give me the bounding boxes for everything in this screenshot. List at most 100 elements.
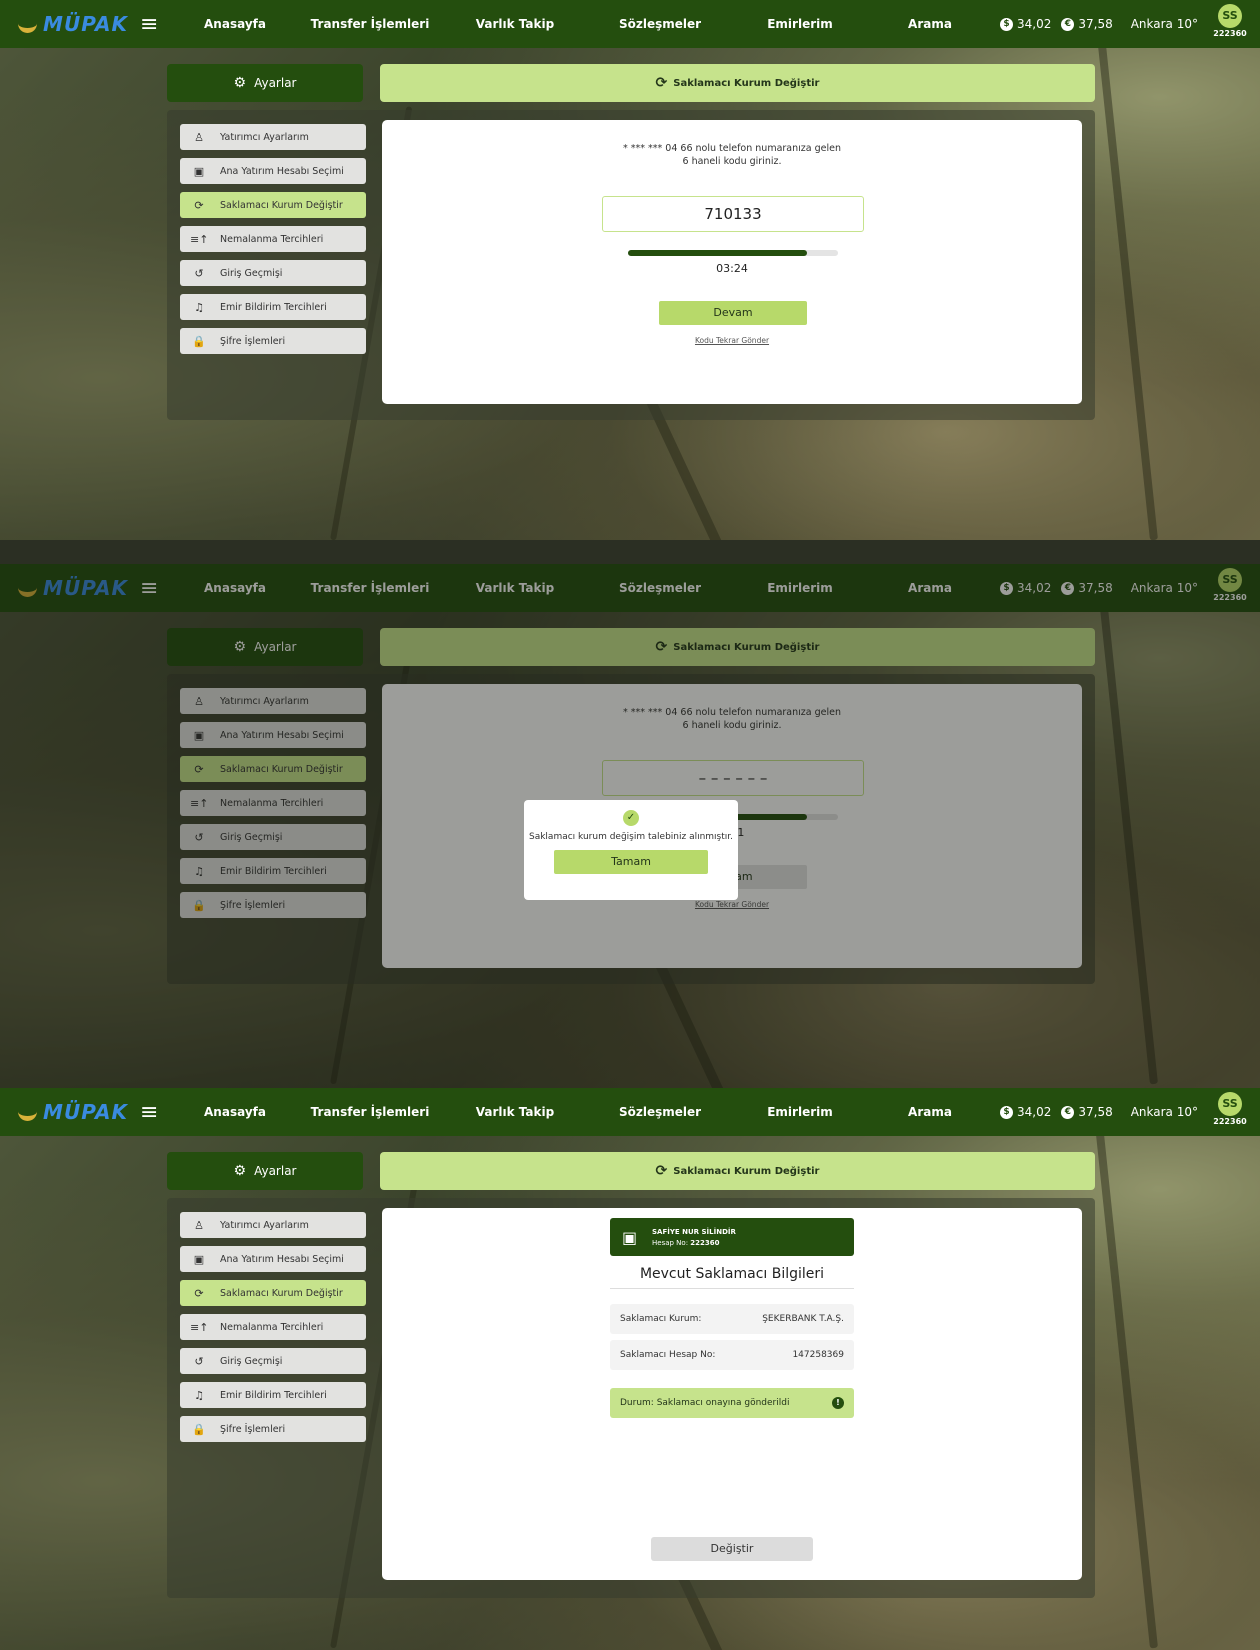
hamburger-icon[interactable]: ≡ bbox=[140, 1100, 170, 1125]
change-button[interactable]: Değiştir bbox=[651, 1537, 813, 1561]
main-nav: Anasayfa Transfer İşlemleri Varlık Takip… bbox=[170, 1105, 990, 1119]
nav-orders[interactable]: Emirlerim bbox=[730, 1105, 870, 1119]
settings-tab-label: Ayarlar bbox=[254, 76, 297, 90]
user-number: 222360 bbox=[1213, 1117, 1247, 1126]
euro-icon: € bbox=[1061, 17, 1075, 31]
menu-item-label: Saklamacı Kurum Değiştir bbox=[220, 1287, 343, 1299]
brand-logo[interactable]: MÜPAK bbox=[18, 12, 128, 36]
nav-search[interactable]: Arama bbox=[870, 17, 990, 31]
menu-item-login-history[interactable]: ↺ Giriş Geçmişi bbox=[180, 1348, 366, 1374]
menu-item-label: Emir Bildirim Tercihleri bbox=[220, 301, 327, 313]
user-menu[interactable]: SS 222360 bbox=[1212, 1092, 1248, 1126]
modal-message: Saklamacı kurum değişim talebiniz alınmı… bbox=[528, 832, 734, 842]
nav-assets[interactable]: Varlık Takip bbox=[440, 1105, 590, 1119]
wallet-icon: ▣ bbox=[193, 164, 205, 178]
otp-card: * *** *** 04 66 nolu telefon numaranıza … bbox=[382, 120, 1082, 404]
menu-item-label: Yatırımcı Ayarlarım bbox=[220, 131, 309, 143]
avatar[interactable]: SS bbox=[1218, 1092, 1242, 1116]
logo-mark-icon bbox=[18, 12, 38, 33]
screen-success-modal: MÜPAK ≡ Anasayfa Transfer İşlemleri Varl… bbox=[0, 564, 1260, 1088]
menu-item-label: Giriş Geçmişi bbox=[220, 1355, 283, 1367]
otp-message-line2: 6 haneli kodu giriniz. bbox=[682, 156, 782, 167]
menu-item-main-account[interactable]: ▣ Ana Yatırım Hesabı Seçimi bbox=[180, 158, 366, 184]
menu-item-label: Şifre İşlemleri bbox=[220, 1423, 286, 1435]
user-menu[interactable]: SS 222360 bbox=[1212, 4, 1248, 38]
brand-logo[interactable]: MÜPAK bbox=[18, 1100, 128, 1124]
menu-item-label: Yatırımcı Ayarlarım bbox=[220, 1219, 309, 1231]
continue-button[interactable]: Devam bbox=[659, 301, 807, 325]
screen-otp-entry: MÜPAK ≡ Anasayfa Transfer İşlemleri Varl… bbox=[0, 0, 1260, 540]
menu-item-main-account[interactable]: ▣ Ana Yatırım Hesabı Seçimi bbox=[180, 1246, 366, 1272]
refresh-icon: ⟳ bbox=[194, 1286, 204, 1300]
settings-tab[interactable]: ⚙ Ayarlar bbox=[167, 64, 363, 102]
menu-item-label: Giriş Geçmişi bbox=[220, 267, 283, 279]
menu-item-order-notifications[interactable]: ♫ Emir Bildirim Tercihleri bbox=[180, 1382, 366, 1408]
otp-code-input[interactable]: 710133 bbox=[602, 196, 864, 232]
nav-orders[interactable]: Emirlerim bbox=[730, 17, 870, 31]
menu-item-yield-preferences[interactable]: ≡↑ Nemalanma Tercihleri bbox=[180, 226, 366, 252]
menu-item-password[interactable]: 🔒 Şifre İşlemleri bbox=[180, 328, 366, 354]
page-title: Saklamacı Kurum Değiştir bbox=[673, 77, 820, 89]
history-icon: ↺ bbox=[194, 266, 204, 280]
gear-icon: ⚙ bbox=[233, 75, 247, 91]
success-modal: ✓ Saklamacı kurum değişim talebiniz alın… bbox=[524, 800, 738, 900]
gear-icon: ⚙ bbox=[233, 1163, 247, 1179]
status-text: Durum: Saklamacı onayına gönderildi bbox=[620, 1398, 790, 1408]
refresh-icon: ⟳ bbox=[194, 198, 204, 212]
weather-text: Ankara 10° bbox=[1130, 1105, 1198, 1119]
euro-icon: € bbox=[1061, 1105, 1075, 1119]
settings-tab[interactable]: ⚙ Ayarlar bbox=[167, 1152, 363, 1190]
status-badge: Durum: Saklamacı onayına gönderildi ! bbox=[610, 1388, 854, 1418]
user-icon: ♙ bbox=[194, 1218, 204, 1232]
page-header: ⟳ Saklamacı Kurum Değiştir bbox=[380, 1152, 1095, 1190]
menu-item-label: Ana Yatırım Hesabı Seçimi bbox=[220, 165, 344, 177]
custodian-account-value: 147258369 bbox=[792, 1350, 844, 1360]
menu-item-change-custodian[interactable]: ⟳ Saklamacı Kurum Değiştir bbox=[180, 192, 366, 218]
menu-item-password[interactable]: 🔒 Şifre İşlemleri bbox=[180, 1416, 366, 1442]
ok-button[interactable]: Tamam bbox=[554, 850, 708, 874]
user-number: 222360 bbox=[1213, 29, 1247, 38]
settings-menu: ♙ Yatırımcı Ayarlarım ▣ Ana Yatırım Hesabı… bbox=[180, 124, 366, 362]
menu-item-investor-settings[interactable]: ♙ Yatırımcı Ayarlarım bbox=[180, 124, 366, 150]
account-number: Hesap No: 222360 bbox=[652, 1239, 736, 1247]
bell-icon: ♫ bbox=[194, 1388, 204, 1402]
avatar[interactable]: SS bbox=[1218, 4, 1242, 28]
logo-text: MÜPAK bbox=[43, 1100, 128, 1124]
custodian-account-label: Saklamacı Hesap No: bbox=[620, 1350, 716, 1360]
menu-item-label: Saklamacı Kurum Değiştir bbox=[220, 199, 343, 211]
nav-assets[interactable]: Varlık Takip bbox=[440, 17, 590, 31]
nav-home[interactable]: Anasayfa bbox=[170, 17, 300, 31]
custodian-label: Saklamacı Kurum: bbox=[620, 1314, 702, 1324]
user-icon: ♙ bbox=[194, 130, 204, 144]
menu-item-order-notifications[interactable]: ♫ Emir Bildirim Tercihleri bbox=[180, 294, 366, 320]
alert-icon: ! bbox=[832, 1397, 844, 1409]
menu-item-login-history[interactable]: ↺ Giriş Geçmişi bbox=[180, 260, 366, 286]
nav-transfer[interactable]: Transfer İşlemleri bbox=[300, 17, 440, 31]
nav-home[interactable]: Anasayfa bbox=[170, 1105, 300, 1119]
wallet-icon: ▣ bbox=[622, 1227, 638, 1247]
nav-contracts[interactable]: Sözleşmeler bbox=[590, 17, 730, 31]
nav-contracts[interactable]: Sözleşmeler bbox=[590, 1105, 730, 1119]
menu-item-yield-preferences[interactable]: ≡↑ Nemalanma Tercihleri bbox=[180, 1314, 366, 1340]
settings-menu: ♙ Yatırımcı Ayarlarım ▣ Ana Yatırım Hesabı… bbox=[180, 1212, 366, 1450]
check-icon: ✓ bbox=[623, 810, 639, 826]
nav-transfer[interactable]: Transfer İşlemleri bbox=[300, 1105, 440, 1119]
dollar-icon: $ bbox=[1000, 17, 1013, 31]
section-title: Mevcut Saklamacı Bilgileri bbox=[610, 1266, 854, 1289]
hamburger-icon[interactable]: ≡ bbox=[140, 12, 170, 37]
eur-rate: 37,58 bbox=[1078, 17, 1113, 31]
nav-search[interactable]: Arama bbox=[870, 1105, 990, 1119]
eur-rate: 37,58 bbox=[1078, 1105, 1113, 1119]
currency-rates: $ 34,02 € 37,58 bbox=[1000, 1105, 1123, 1119]
main-nav: Anasayfa Transfer İşlemleri Varlık Takip… bbox=[170, 17, 990, 31]
menu-item-investor-settings[interactable]: ♙ Yatırımcı Ayarlarım bbox=[180, 1212, 366, 1238]
account-holder-name: SAFİYE NUR SİLİNDİR bbox=[652, 1227, 736, 1236]
menu-item-label: Nemalanma Tercihleri bbox=[220, 1321, 324, 1333]
menu-item-label: Şifre İşlemleri bbox=[220, 335, 286, 347]
screen-custodian-info: MÜPAK ≡ Anasayfa Transfer İşlemleri Varl… bbox=[0, 1088, 1260, 1650]
top-navbar: MÜPAK ≡ Anasayfa Transfer İşlemleri Varl… bbox=[0, 0, 1260, 48]
custodian-row: Saklamacı Kurum: ŞEKERBANK T.A.Ş. bbox=[610, 1304, 854, 1334]
bell-icon: ♫ bbox=[194, 300, 204, 314]
menu-item-change-custodian[interactable]: ⟳ Saklamacı Kurum Değiştir bbox=[180, 1280, 366, 1306]
resend-code-link[interactable]: Kodu Tekrar Gönder bbox=[382, 336, 1082, 345]
